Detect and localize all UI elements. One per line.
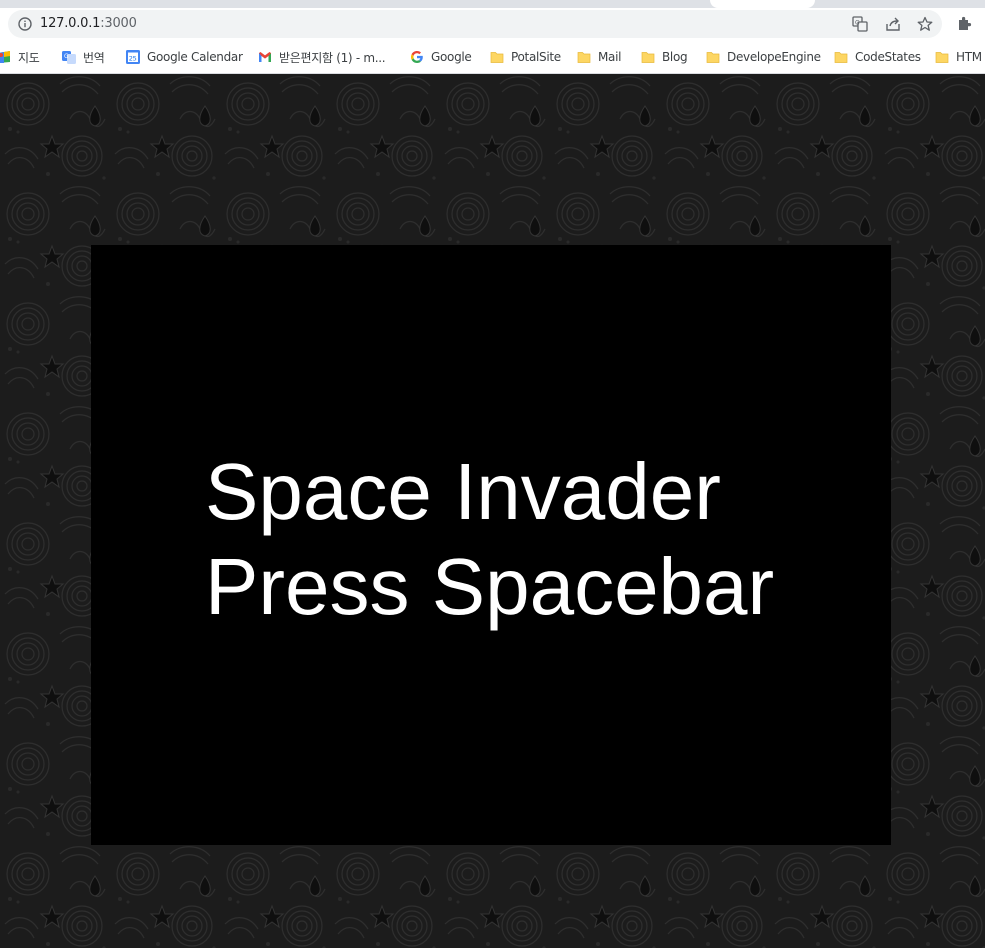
- url-host: 127.0.0.1: [40, 16, 101, 31]
- folder-icon: [935, 52, 949, 63]
- bookmark-label: HTM: [956, 50, 982, 64]
- bookmark-label: 지도: [18, 50, 40, 65]
- bookmark-label: 번역: [83, 50, 105, 65]
- bookmark-label: PotalSite: [511, 50, 561, 64]
- translate-icon: G: [62, 51, 76, 64]
- bookmark-label: Blog: [662, 50, 688, 64]
- svg-text:G: G: [855, 19, 860, 26]
- svg-text:G: G: [64, 53, 69, 60]
- gmail-icon: [259, 52, 271, 62]
- calendar-icon: 25: [126, 50, 140, 64]
- page-viewport: Space Invader Press Spacebar: [0, 74, 985, 948]
- game-title: Space Invader: [205, 447, 721, 536]
- bookmark-maps[interactable]: 지도: [0, 49, 40, 65]
- bookmark-developeengine[interactable]: DevelopeEngine: [706, 49, 821, 65]
- browser-tab[interactable]: [710, 0, 815, 8]
- bookmark-star-icon[interactable]: [917, 16, 933, 32]
- bookmark-htm[interactable]: HTM: [935, 49, 982, 65]
- tab-strip: [0, 0, 985, 8]
- browser-toolbar: 127.0.0.1:3000 G: [0, 8, 985, 41]
- bookmark-mail[interactable]: Mail: [577, 49, 621, 65]
- bookmark-label: Google: [431, 50, 472, 64]
- bookmark-label: CodeStates: [855, 50, 921, 64]
- svg-text:25: 25: [129, 54, 137, 62]
- share-icon[interactable]: [885, 16, 901, 32]
- maps-icon: [0, 51, 10, 63]
- bookmark-blog[interactable]: Blog: [641, 49, 688, 65]
- folder-icon: [834, 52, 848, 63]
- address-bar[interactable]: 127.0.0.1:3000 G: [8, 10, 942, 38]
- start-prompt: Press Spacebar: [205, 542, 775, 631]
- extensions-icon[interactable]: [956, 16, 972, 32]
- url-text[interactable]: 127.0.0.1:3000: [40, 16, 137, 31]
- bookmark-codestates[interactable]: CodeStates: [834, 49, 921, 65]
- bookmark-label: Mail: [598, 50, 622, 64]
- bookmark-google[interactable]: Google: [410, 49, 472, 65]
- bookmarks-bar: 지도 G 번역 25 Google Calendar 받은편지함 (1) - m…: [0, 41, 985, 74]
- bookmark-translate[interactable]: G 번역: [62, 49, 105, 65]
- translate-page-icon[interactable]: G: [852, 16, 868, 32]
- info-icon[interactable]: [18, 17, 32, 31]
- google-icon: [411, 51, 423, 63]
- folder-icon: [577, 52, 591, 63]
- bookmark-google-calendar[interactable]: 25 Google Calendar: [126, 49, 243, 65]
- bookmark-label: Google Calendar: [147, 50, 243, 64]
- bookmark-potalsite[interactable]: PotalSite: [490, 49, 561, 65]
- bookmark-gmail[interactable]: 받은편지함 (1) - m...: [258, 49, 386, 65]
- bookmark-label: DevelopeEngine: [727, 50, 821, 64]
- game-canvas[interactable]: Space Invader Press Spacebar: [91, 245, 891, 845]
- bookmark-label: 받은편지함 (1) - m...: [279, 50, 386, 65]
- folder-icon: [641, 52, 655, 63]
- url-port: :3000: [100, 16, 137, 31]
- folder-icon: [490, 52, 504, 63]
- folder-icon: [706, 52, 720, 63]
